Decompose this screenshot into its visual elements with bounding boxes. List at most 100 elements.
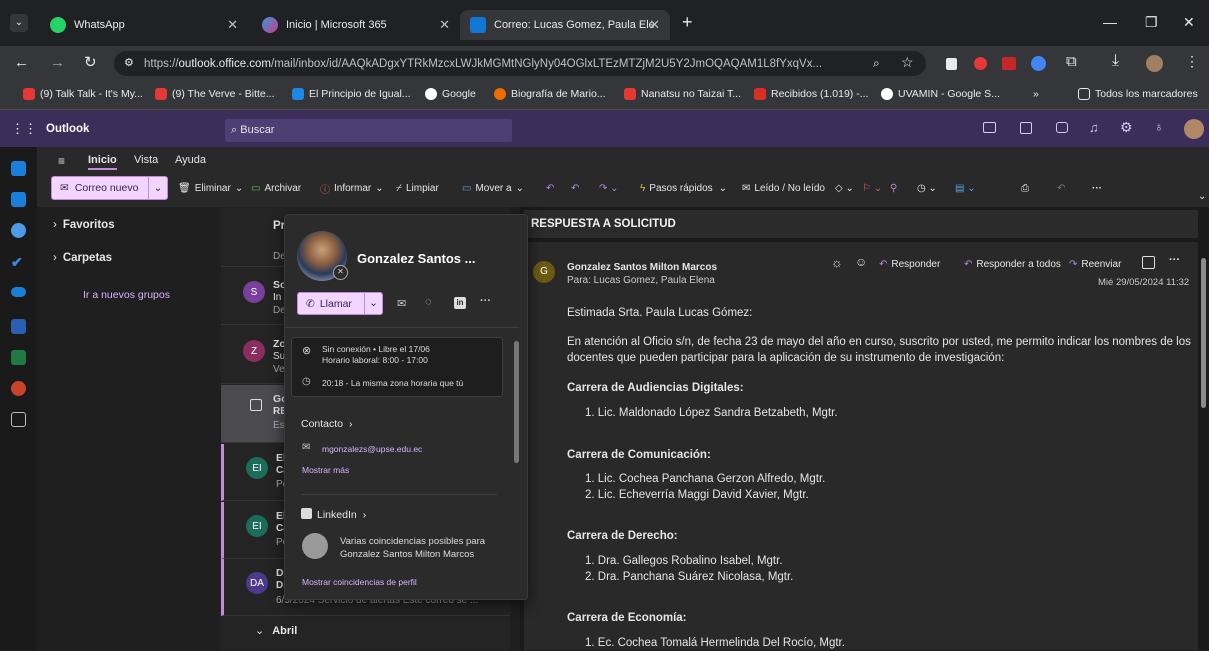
bookmark-item[interactable]: Recibidos (1.019) -... [754,88,868,100]
tab-ayuda[interactable]: Ayuda [175,154,206,166]
lightbulb-icon[interactable]: ♁ [1154,119,1164,134]
tag-icon[interactable]: ◇ ⌄ [835,176,854,200]
reload-icon[interactable]: ↻ [84,53,97,71]
search-input[interactable]: ⌕ Buscar [225,119,512,142]
sender-name[interactable]: Gonzalez Santos Milton Marcos [567,262,717,273]
email-icon[interactable]: ✉ [397,297,406,310]
new-mail-dropdown[interactable]: ⌄ [148,177,167,199]
reply-button[interactable]: ↶ Responder [879,259,940,270]
call-button[interactable]: ✆ Llamar ⌄ [297,292,383,315]
tab-microsoft365[interactable]: Inicio | Microsoft 365 ✕ [252,10,460,40]
minimize-icon[interactable]: — [1103,14,1117,30]
forward-button[interactable]: ↷ Reenviar [1069,259,1121,270]
month-group-header[interactable]: ⌄ Abril [255,624,297,637]
site-info-icon[interactable]: ⚙ [124,56,134,69]
tab-outlook[interactable]: Correo: Lucas Gomez, Paula Ele ✕ [460,10,670,40]
read-unread-button[interactable]: ✉ Leído / No leído [742,176,825,200]
tab-whatsapp[interactable]: WhatsApp ✕ [40,10,248,40]
forward-icon[interactable]: → [50,54,65,71]
forward-icon[interactable]: ↷ ⌄ [599,176,619,200]
tab-inicio[interactable]: Inicio [88,154,117,170]
select-checkbox[interactable] [250,399,262,411]
card-scrollbar[interactable] [514,341,519,463]
apps-icon[interactable] [1142,256,1155,269]
header-icon-chat[interactable] [1056,122,1068,133]
flag-icon[interactable]: ⚐ ⌄ [862,176,882,200]
delete-button[interactable]: 🗑 Eliminar ⌄ [178,176,243,200]
ribbon-menu-icon[interactable]: ≡ [58,154,65,168]
extension-mega-icon[interactable] [1002,57,1016,70]
download-icon[interactable]: ⤓ [1112,52,1119,70]
rules-icon[interactable]: ▤ ⌄ [955,176,976,200]
extension-doc-icon[interactable] [946,58,957,70]
more-commands-icon[interactable]: ··· [1092,176,1102,200]
bookmark-item[interactable]: Google [425,88,476,100]
extensions-puzzle-icon[interactable]: ⧉ [1066,53,1077,70]
extension-red-icon[interactable] [974,57,987,70]
calendar-app-icon[interactable] [11,192,26,207]
report-button[interactable]: ⓘ Informar ⌄ [320,176,384,200]
app-title[interactable]: Outlook [46,123,89,135]
new-mail-button[interactable]: ✉ Correo nuevo ⌄ [51,176,168,200]
quick-steps-button[interactable]: ϟ Pasos rápidos ⌄ [640,176,727,200]
word-app-icon[interactable] [11,319,26,334]
archive-button[interactable]: ▭ Archivar [251,176,301,200]
profile-avatar[interactable] [1146,55,1163,72]
sun-icon[interactable]: ☼ [831,255,843,270]
powerpoint-app-icon[interactable] [11,381,26,396]
browser-menu-icon[interactable]: ⋮ [1185,53,1199,70]
groups-link[interactable]: Ir a nuevos grupos [83,289,170,301]
move-to-button[interactable]: ▭ Mover a ⌄ [462,176,524,200]
people-app-icon[interactable] [11,223,26,238]
ribbon-expand-icon[interactable]: ⌄ [1198,184,1206,208]
favorites-toggle[interactable]: › Favoritos [53,219,115,231]
onedrive-app-icon[interactable] [11,287,26,297]
extension-badge-icon[interactable] [1031,56,1046,71]
bookmark-item[interactable]: Nanatsu no Taizai T... [624,88,741,100]
url-field[interactable]: ⚙ https://outlook.office.com/mail/inbox/… [114,51,926,76]
close-tab-icon[interactable]: ✕ [439,17,450,33]
print-icon[interactable]: ⎙ [1021,176,1029,200]
close-window-icon[interactable]: ✕ [1183,14,1195,31]
contact-section-heading[interactable]: Contacto › [301,418,353,430]
emoji-icon[interactable]: ☺ [855,255,867,269]
bookmark-item[interactable]: Biografía de Mario... [494,88,606,100]
all-bookmarks[interactable]: Todos los marcadores [1078,88,1198,100]
linkedin-icon[interactable]: in [454,297,466,309]
chat-icon[interactable]: ◌ [425,296,432,308]
folders-toggle[interactable]: › Carpetas [53,252,112,264]
contact-email[interactable]: mgonzalezs@upse.edu.ec [322,444,422,454]
zoom-icon[interactable]: ⌕ [873,56,880,71]
header-icon-meet[interactable] [983,122,996,133]
back-icon[interactable]: ← [14,54,29,71]
bookmark-item[interactable]: UVAMIN - Google S... [881,88,1000,100]
todo-app-icon[interactable]: ✔ [11,254,26,270]
undo-icon[interactable]: ↶ [1057,176,1065,200]
linkedin-profile-link[interactable]: Mostrar coincidencias de perfil [302,577,417,587]
snooze-icon[interactable]: ◷ ⌄ [917,176,937,200]
tab-search-button[interactable]: ⌄ [10,14,28,32]
show-more-link[interactable]: Mostrar más [302,465,349,475]
bookmark-item[interactable]: El Principio de Igual... [292,88,411,100]
more-actions-icon[interactable]: ··· [1169,254,1180,266]
pin-icon[interactable]: ⚲ [890,176,897,200]
reply-all-icon[interactable]: ↶ [571,176,579,200]
gear-icon[interactable]: ⚙ [1120,119,1133,136]
sweep-button[interactable]: ⌿ Limpiar [396,176,439,200]
linkedin-section-heading[interactable]: LinkedIn › [301,508,366,521]
app-launcher-icon[interactable]: ⋮⋮ [11,121,37,137]
restore-icon[interactable]: ❐ [1145,14,1158,31]
header-icon-teams[interactable] [1020,122,1032,134]
reply-icon[interactable]: ↶ [546,176,554,200]
bookmarks-overflow-icon[interactable]: » [1033,88,1039,100]
new-tab-button[interactable]: + [682,12,693,33]
excel-app-icon[interactable] [11,350,26,365]
bookmark-item[interactable]: (9) Talk Talk - It's My... [23,88,143,100]
more-apps-icon[interactable] [11,412,26,427]
sender-avatar[interactable]: G [533,261,555,283]
close-tab-icon[interactable]: ✕ [227,17,238,33]
more-options-icon[interactable]: ··· [480,295,491,307]
message-scrollbar[interactable] [1201,258,1206,408]
bookmark-star-icon[interactable]: ☆ [901,54,914,71]
close-tab-icon[interactable]: ✕ [649,17,660,33]
